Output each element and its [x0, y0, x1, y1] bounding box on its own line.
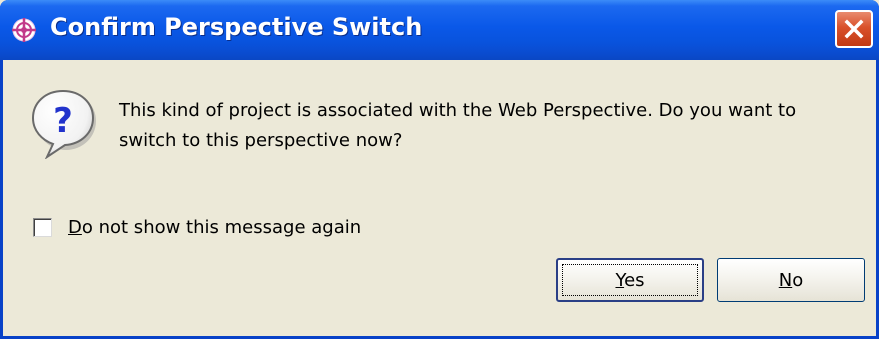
svg-text:?: ? — [53, 101, 73, 141]
close-icon — [844, 19, 864, 39]
no-button[interactable]: No — [717, 258, 865, 302]
close-button[interactable] — [835, 10, 873, 48]
question-icon: ? — [31, 89, 96, 159]
dialog-message: This kind of project is associated with … — [119, 100, 797, 151]
checkbox-box[interactable] — [33, 217, 52, 237]
checkbox-label: Do not show this message again — [68, 216, 362, 238]
dont-show-again-checkbox[interactable]: Do not show this message again — [33, 215, 361, 239]
no-button-label: No — [778, 269, 804, 291]
focus-ring — [562, 264, 698, 296]
yes-button[interactable]: Yes — [556, 258, 704, 302]
perspective-icon — [12, 18, 36, 42]
window-title: Confirm Perspective Switch — [50, 13, 423, 41]
title-bar[interactable]: Confirm Perspective Switch — [0, 0, 879, 60]
dialog-window: Confirm Perspective Switch ? This kind o… — [0, 0, 879, 339]
